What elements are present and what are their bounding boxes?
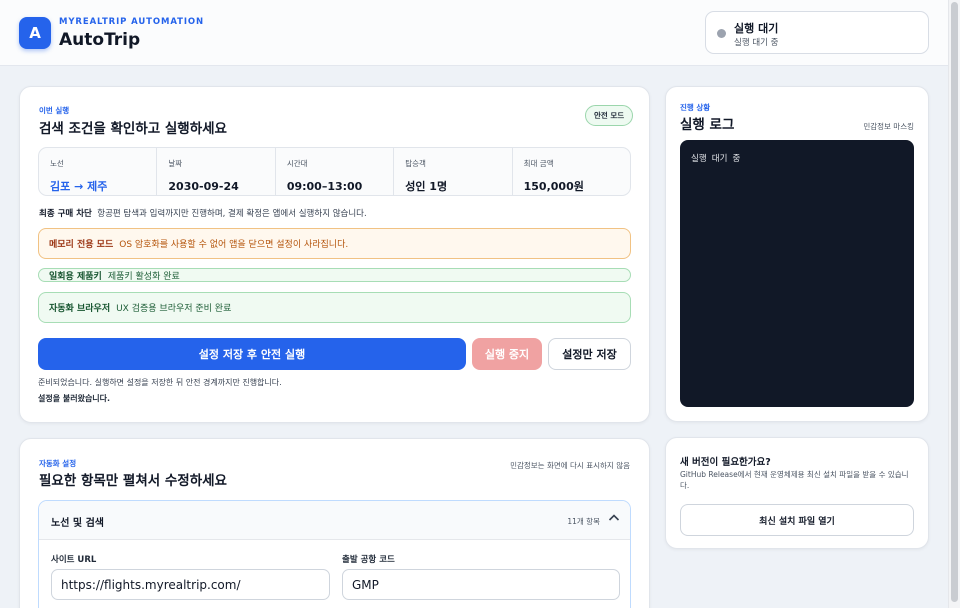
memory-mode-text: OS 암호화를 사용할 수 없어 앱을 닫으면 설정이 사라집니다. xyxy=(119,240,349,250)
route-search-section: 노선 및 검색 11개 항목 사이트 URL 출발 공항 코드 xyxy=(38,500,631,608)
summary-value: 성인 1명 xyxy=(405,180,448,193)
settings-title: 필요한 항목만 펼쳐서 수정하세요 xyxy=(39,473,227,489)
airport-code-input[interactable] xyxy=(342,569,620,600)
open-installer-button[interactable]: 최신 설치 파일 열기 xyxy=(680,504,914,536)
update-card: 새 버전이 필요한가요? GitHub Release에서 현재 운영체제용 최… xyxy=(665,437,929,549)
summary-label: 노선 xyxy=(50,159,64,168)
ready-hint: 준비되었습니다. 실행하면 설정을 저장한 뒤 안전 경계까지만 진행합니다. xyxy=(38,378,282,387)
mask-label: 민감정보 마스킹 xyxy=(863,122,914,131)
purchase-block-text: 항공편 탐색과 입력까지만 진행하며, 결제 확정은 앱에서 실행하지 않습니다… xyxy=(97,209,367,219)
browser-text: UX 검증용 브라우저 준비 완료 xyxy=(116,304,232,314)
product-key-text: 제품키 활성화 완료 xyxy=(107,271,180,282)
brand-title: AutoTrip xyxy=(59,30,141,50)
summary-label: 최대 금액 xyxy=(523,159,554,168)
summary-route: 노선김포 → 제주 xyxy=(39,148,158,195)
status-title: 실행 대기 xyxy=(734,22,779,35)
update-description: GitHub Release에서 현재 운영체제용 최신 설치 파일을 받을 수… xyxy=(680,470,909,490)
search-summary: 노선김포 → 제주 날짜 2030-09-24 시간대 09:00–13:00 탑승… xyxy=(38,147,631,196)
purchase-block-label: 최종 구매 차단 xyxy=(39,209,92,219)
save-and-run-button[interactable]: 설정 저장 후 안전 실행 xyxy=(38,338,466,370)
browser-label: 자동화 브라우저 xyxy=(49,304,111,314)
log-title: 실행 로그 xyxy=(680,117,735,133)
save-only-button[interactable]: 설정만 저장 xyxy=(548,338,631,370)
summary-value: 김포 → 제주 xyxy=(50,180,108,193)
site-url-input[interactable] xyxy=(51,569,330,600)
memory-mode-label: 메모리 전용 모드 xyxy=(49,240,114,250)
settings-card: 자동화 설정 필요한 항목만 펼쳐서 수정하세요 민감정보는 화면에 다시 표시… xyxy=(19,438,650,608)
purchase-block-note: 최종 구매 차단 항공편 탐색과 입력까지만 진행하며, 결제 확정은 앱에서 … xyxy=(39,207,367,219)
memory-mode-warning: 메모리 전용 모드 OS 암호화를 사용할 수 없어 앱을 닫으면 설정이 사라집… xyxy=(38,228,631,259)
chevron-up-icon[interactable] xyxy=(608,512,620,527)
log-eyebrow: 진행 상황 xyxy=(680,103,711,112)
summary-label: 탑승객 xyxy=(405,159,426,168)
summary-date: 날짜 2030-09-24 xyxy=(157,148,276,195)
scrollbar[interactable] xyxy=(948,0,960,608)
summary-value: 2030-09-24 xyxy=(168,180,239,193)
log-line: 실행 대기 중 xyxy=(691,154,741,164)
site-url-label: 사이트 URL xyxy=(51,555,97,565)
status-subtitle: 실행 대기 중 xyxy=(734,38,779,48)
loaded-hint: 설정을 불러왔습니다. xyxy=(38,394,111,403)
summary-label: 날짜 xyxy=(168,159,183,168)
status-dot-icon xyxy=(717,29,726,38)
summary-max-price: 최대 금액 150,000원 xyxy=(513,148,630,195)
scrollbar-thumb[interactable] xyxy=(951,2,958,602)
brand-subtitle: MYREALTRIP AUTOMATION xyxy=(59,17,205,27)
summary-value: 09:00–13:00 xyxy=(286,180,363,193)
stop-button[interactable]: 실행 중지 xyxy=(472,338,542,370)
status-indicator: 실행 대기 실행 대기 중 xyxy=(705,11,929,54)
log-card: 진행 상황 실행 로그 민감정보 마스킹 실행 대기 중 xyxy=(665,86,929,422)
safe-mode-badge: 안전 모드 xyxy=(585,105,634,126)
browser-status: 자동화 브라우저 UX 검증용 브라우저 준비 완료 xyxy=(38,292,631,323)
summary-value: 150,000원 xyxy=(523,180,584,193)
product-key-status: 일회용 제품키 제품키 활성화 완료 xyxy=(38,268,631,282)
section-count: 11개 항목 xyxy=(567,517,600,526)
summary-time: 시간대 09:00–13:00 xyxy=(276,148,395,195)
section-header[interactable]: 노선 및 검색 11개 항목 xyxy=(39,501,630,540)
section-title: 노선 및 검색 xyxy=(51,518,104,529)
update-title: 새 버전이 필요한가요? xyxy=(680,457,771,468)
log-output: 실행 대기 중 xyxy=(680,140,914,407)
top-bar: A MYREALTRIP AUTOMATION AutoTrip 실행 대기 실… xyxy=(0,0,948,66)
app-logo: A xyxy=(19,17,51,49)
product-key-label: 일회용 제품키 xyxy=(49,271,102,282)
settings-eyebrow: 자동화 설정 xyxy=(39,459,77,468)
settings-note: 민감정보는 화면에 다시 표시하지 않음 xyxy=(510,461,630,470)
summary-label: 시간대 xyxy=(286,159,308,168)
run-eyebrow: 이번 실행 xyxy=(39,106,70,115)
airport-code-label: 출발 공항 코드 xyxy=(342,555,395,565)
summary-passengers: 탑승객성인 1명 xyxy=(394,148,513,195)
run-title: 검색 조건을 확인하고 실행하세요 xyxy=(39,121,227,137)
run-card: 이번 실행 검색 조건을 확인하고 실행하세요 안전 모드 노선김포 → 제주 … xyxy=(19,86,650,423)
